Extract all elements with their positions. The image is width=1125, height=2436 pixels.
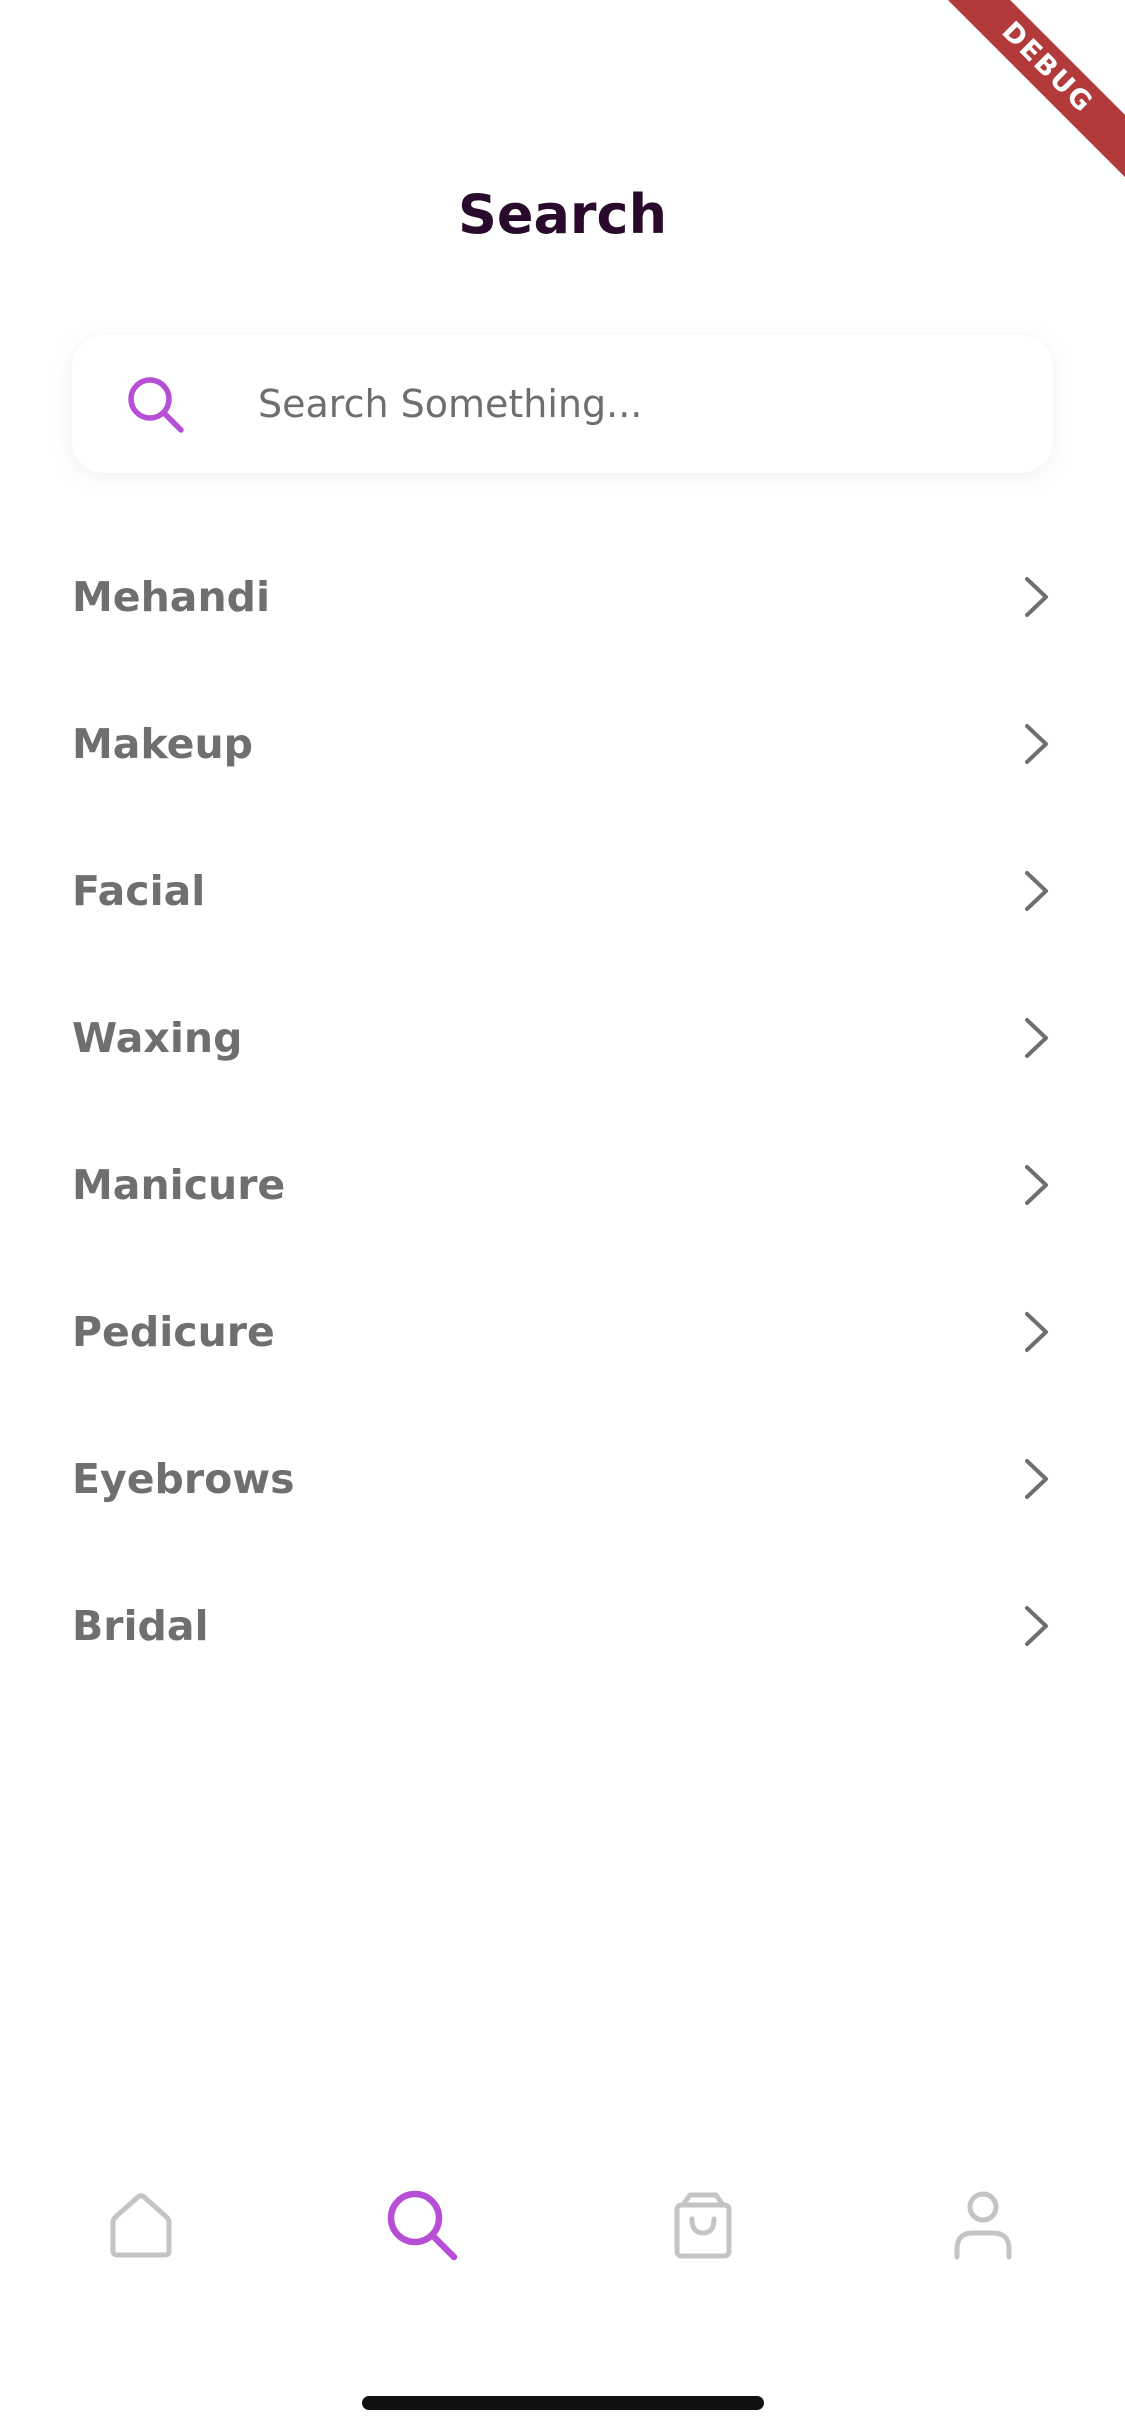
chevron-right-icon xyxy=(1025,870,1048,911)
nav-search-button[interactable] xyxy=(377,2180,467,2270)
category-item-makeup[interactable]: Makeup xyxy=(72,670,1053,817)
category-item-eyebrows[interactable]: Eyebrows xyxy=(72,1405,1053,1552)
nav-home-button[interactable] xyxy=(96,2180,186,2270)
user-icon xyxy=(954,2191,1012,2260)
chevron-right-icon xyxy=(1025,723,1048,764)
category-item-manicure[interactable]: Manicure xyxy=(72,1111,1053,1258)
home-icon xyxy=(110,2193,172,2258)
debug-banner-label: DEBUG xyxy=(945,0,1125,180)
category-label: Makeup xyxy=(72,719,253,768)
category-label: Facial xyxy=(72,866,206,915)
chevron-right-icon xyxy=(1025,1164,1048,1205)
category-item-facial[interactable]: Facial xyxy=(72,817,1053,964)
nav-profile-button[interactable] xyxy=(938,2180,1028,2270)
category-label: Bridal xyxy=(72,1601,209,1650)
search-icon xyxy=(128,377,184,433)
nav-cart-button[interactable] xyxy=(658,2180,748,2270)
shopping-bag-icon xyxy=(674,2192,732,2259)
category-item-waxing[interactable]: Waxing xyxy=(72,964,1053,1111)
search-input[interactable] xyxy=(258,369,998,439)
chevron-right-icon xyxy=(1025,1017,1048,1058)
category-item-mehandi[interactable]: Mehandi xyxy=(72,523,1053,670)
chevron-right-icon xyxy=(1025,576,1048,617)
search-bar[interactable] xyxy=(72,335,1053,473)
category-label: Manicure xyxy=(72,1160,286,1209)
search-icon xyxy=(387,2190,458,2261)
category-item-pedicure[interactable]: Pedicure xyxy=(72,1258,1053,1405)
chevron-right-icon xyxy=(1025,1458,1048,1499)
category-label: Pedicure xyxy=(72,1307,275,1356)
chevron-right-icon xyxy=(1025,1605,1048,1646)
category-label: Mehandi xyxy=(72,572,271,621)
home-indicator xyxy=(362,2396,764,2410)
bottom-nav xyxy=(0,2160,1125,2280)
category-label: Eyebrows xyxy=(72,1454,295,1503)
category-list: Mehandi Makeup Facial Waxing Manicure Pe… xyxy=(72,523,1053,1699)
page-title: Search xyxy=(457,183,668,246)
chevron-right-icon xyxy=(1025,1311,1048,1352)
category-label: Waxing xyxy=(72,1013,243,1062)
debug-banner: DEBUG xyxy=(945,0,1125,180)
category-item-bridal[interactable]: Bridal xyxy=(72,1552,1053,1699)
